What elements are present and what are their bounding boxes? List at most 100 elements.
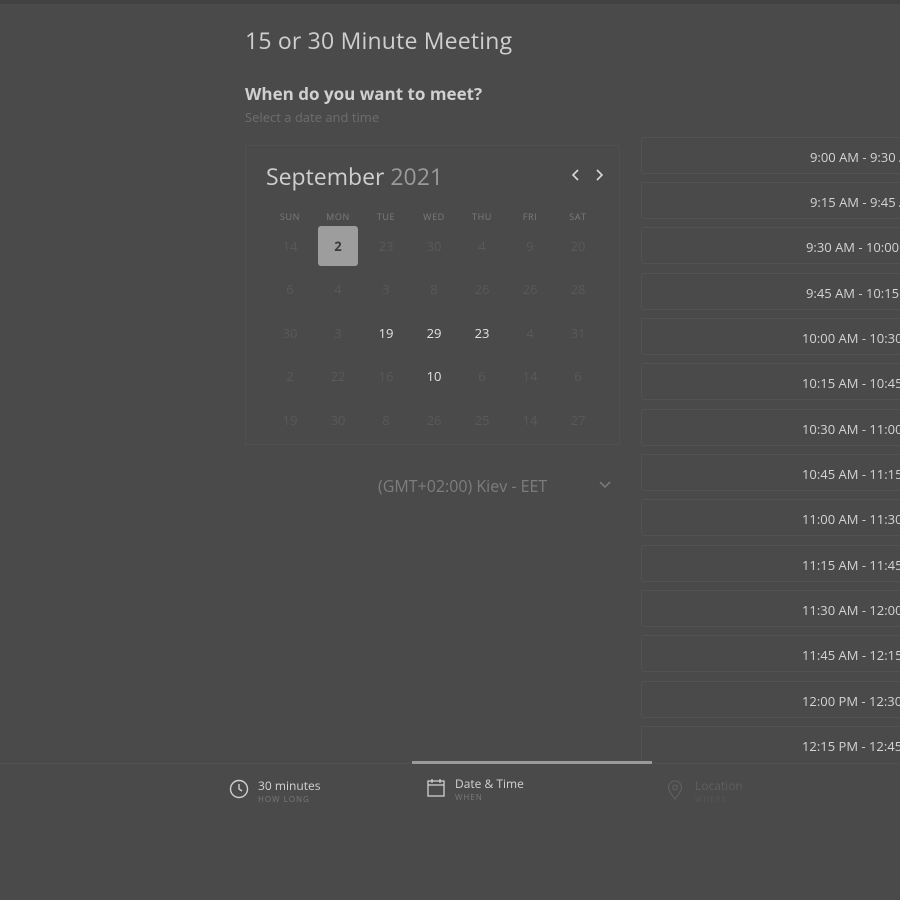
calendar-day-unavailable: 8: [430, 280, 438, 299]
calendar-day-available[interactable]: 10: [410, 355, 458, 399]
page-title: 15 or 30 Minute Meeting: [245, 24, 513, 56]
calendar-day-available[interactable]: 19: [362, 311, 410, 355]
top-edge: [0, 0, 900, 4]
calendar-day-unavailable: 14: [282, 236, 298, 255]
calendar-week: 2 22 16 10 6 14 6: [266, 355, 602, 399]
weekday-label: TUE: [376, 210, 396, 223]
prev-month-button[interactable]: [567, 164, 585, 186]
time-slot[interactable]: 9:45 AM - 10:15 AM: [641, 273, 900, 310]
calendar-day-unavailable: 23: [378, 236, 394, 255]
calendar-day-unavailable: 8: [382, 410, 390, 429]
weekday-label: THU: [472, 210, 492, 223]
chevron-left-icon: [571, 169, 579, 181]
weekday-label: WED: [423, 210, 445, 223]
time-slot[interactable]: 10:15 AM - 10:45 AM: [641, 363, 900, 400]
calendar-day-unavailable: 30: [282, 323, 298, 342]
section-heading: When do you want to meet?: [245, 82, 483, 105]
calendar-day-unavailable: 14: [522, 410, 538, 429]
calendar-day-unavailable: 3: [334, 323, 342, 342]
calendar-day-available[interactable]: 29: [410, 311, 458, 355]
calendar-week: 30 3 19 29 23 4 31: [266, 311, 602, 355]
time-slot-label: 9:30 AM - 10:00 AM: [806, 238, 900, 256]
time-slot-label: 10:30 AM - 11:00 AM: [802, 420, 900, 438]
chevron-down-icon: [599, 481, 611, 489]
time-slot-label: 12:00 PM - 12:30 PM: [802, 692, 900, 710]
calendar-day-unavailable: 4: [526, 323, 534, 342]
calendar-day-unavailable: 6: [286, 280, 294, 299]
calendar-day-unavailable: 2: [286, 367, 294, 386]
selected-day-label: 2: [318, 225, 358, 266]
calendar-day-unavailable: 6: [478, 367, 486, 386]
time-slot-list[interactable]: 9:00 AM - 9:30 AM 9:15 AM - 9:45 AM 9:30…: [641, 137, 900, 762]
time-slot-label: 11:00 AM - 11:30 AM: [802, 510, 900, 528]
calendar-day-unavailable: 4: [478, 236, 486, 255]
calendar-day-unavailable: 3: [382, 280, 390, 299]
time-slot[interactable]: 10:30 AM - 11:00 AM: [641, 409, 900, 446]
time-slot[interactable]: 11:30 AM - 12:00 PM: [641, 590, 900, 627]
calendar-days: 14 2 23 30 4 9 20 6 4 3 8 26 26 28 30 3 …: [266, 224, 602, 442]
time-slot[interactable]: 9:30 AM - 10:00 AM: [641, 227, 900, 264]
time-slot[interactable]: 11:15 AM - 11:45 AM: [641, 545, 900, 582]
calendar-day-unavailable: 26: [426, 410, 442, 429]
step-date-time-label: Date & Time: [455, 775, 524, 792]
calendar-month-year: September 2021: [266, 160, 443, 192]
calendar: September 2021 SUN MON TUE WED THU FRI S…: [245, 145, 620, 445]
step-duration[interactable]: 30 minutes HOW LONG: [229, 776, 369, 808]
weekday-label: SAT: [569, 210, 587, 223]
weekday-label: SUN: [279, 210, 301, 223]
calendar-month: September: [266, 160, 385, 192]
step-location-label: Location: [695, 777, 743, 794]
calendar-day-unavailable: 30: [426, 236, 442, 255]
time-slot-label: 11:45 AM - 12:15 PM: [802, 646, 900, 664]
section-subtitle: Select a date and time: [245, 108, 380, 126]
time-slot-label: 9:15 AM - 9:45 AM: [810, 193, 900, 211]
time-slot[interactable]: 10:00 AM - 10:30 AM: [641, 318, 900, 355]
time-slot-label: 10:15 AM - 10:45 AM: [802, 374, 900, 392]
calendar-day-unavailable: 31: [570, 323, 586, 342]
step-location-sublabel: WHERE: [695, 794, 728, 805]
time-slot[interactable]: 11:00 AM - 11:30 AM: [641, 499, 900, 536]
time-slot[interactable]: 12:15 PM - 12:45 PM: [641, 726, 900, 762]
step-location[interactable]: Location WHERE: [666, 776, 806, 808]
time-slot-label: 11:30 AM - 12:00 PM: [802, 601, 900, 619]
time-slot[interactable]: 9:00 AM - 9:30 AM: [641, 137, 900, 174]
time-slot[interactable]: 12:00 PM - 12:30 PM: [641, 681, 900, 718]
active-step-indicator: [412, 761, 652, 764]
calendar-icon: [427, 779, 445, 797]
calendar-day-unavailable: 4: [334, 280, 342, 299]
time-slot[interactable]: 10:45 AM - 11:15 AM: [641, 454, 900, 491]
timezone-select[interactable]: (GMT+02:00) Kiev - EET: [365, 468, 620, 504]
calendar-year: 2021: [390, 160, 443, 192]
calendar-day-unavailable: 28: [570, 280, 586, 299]
calendar-day-unavailable: 22: [330, 367, 346, 386]
calendar-week: 14 2 23 30 4 9 20: [266, 224, 602, 268]
weekday-header: SUN MON TUE WED THU FRI SAT: [266, 210, 602, 223]
calendar-day-unavailable: 30: [330, 410, 346, 429]
next-month-button[interactable]: [590, 164, 608, 186]
calendar-day-selected[interactable]: 2: [314, 224, 362, 268]
calendar-day-unavailable: 19: [282, 410, 298, 429]
time-slot-label: 10:00 AM - 10:30 AM: [802, 329, 900, 347]
weekday-label: MON: [326, 210, 350, 223]
weekday-label: FRI: [522, 210, 538, 223]
time-slot[interactable]: 9:15 AM - 9:45 AM: [641, 182, 900, 219]
calendar-day-unavailable: 25: [474, 410, 490, 429]
calendar-day-available[interactable]: 23: [458, 311, 506, 355]
calendar-day-unavailable: 14: [522, 367, 538, 386]
calendar-week: 19 30 8 26 25 14 27: [266, 398, 602, 442]
time-slot[interactable]: 11:45 AM - 12:15 PM: [641, 635, 900, 672]
time-slot-label: 12:15 PM - 12:45 PM: [802, 737, 900, 755]
time-slot-label: 10:45 AM - 11:15 AM: [802, 465, 900, 483]
time-slot-label: 11:15 AM - 11:45 AM: [802, 556, 900, 574]
calendar-day-unavailable: 26: [522, 280, 538, 299]
calendar-day-unavailable: 27: [570, 410, 586, 429]
step-duration-sublabel: HOW LONG: [258, 794, 310, 805]
step-date-time[interactable]: Date & Time WHEN: [426, 774, 566, 806]
calendar-day-unavailable: 20: [570, 236, 586, 255]
time-slot-label: 9:45 AM - 10:15 AM: [806, 284, 900, 302]
timezone-label: (GMT+02:00) Kiev - EET: [378, 475, 548, 497]
calendar-day-unavailable: 9: [526, 236, 534, 255]
clock-icon: [229, 779, 249, 799]
step-duration-label: 30 minutes: [258, 777, 321, 794]
calendar-day-unavailable: 26: [474, 280, 490, 299]
